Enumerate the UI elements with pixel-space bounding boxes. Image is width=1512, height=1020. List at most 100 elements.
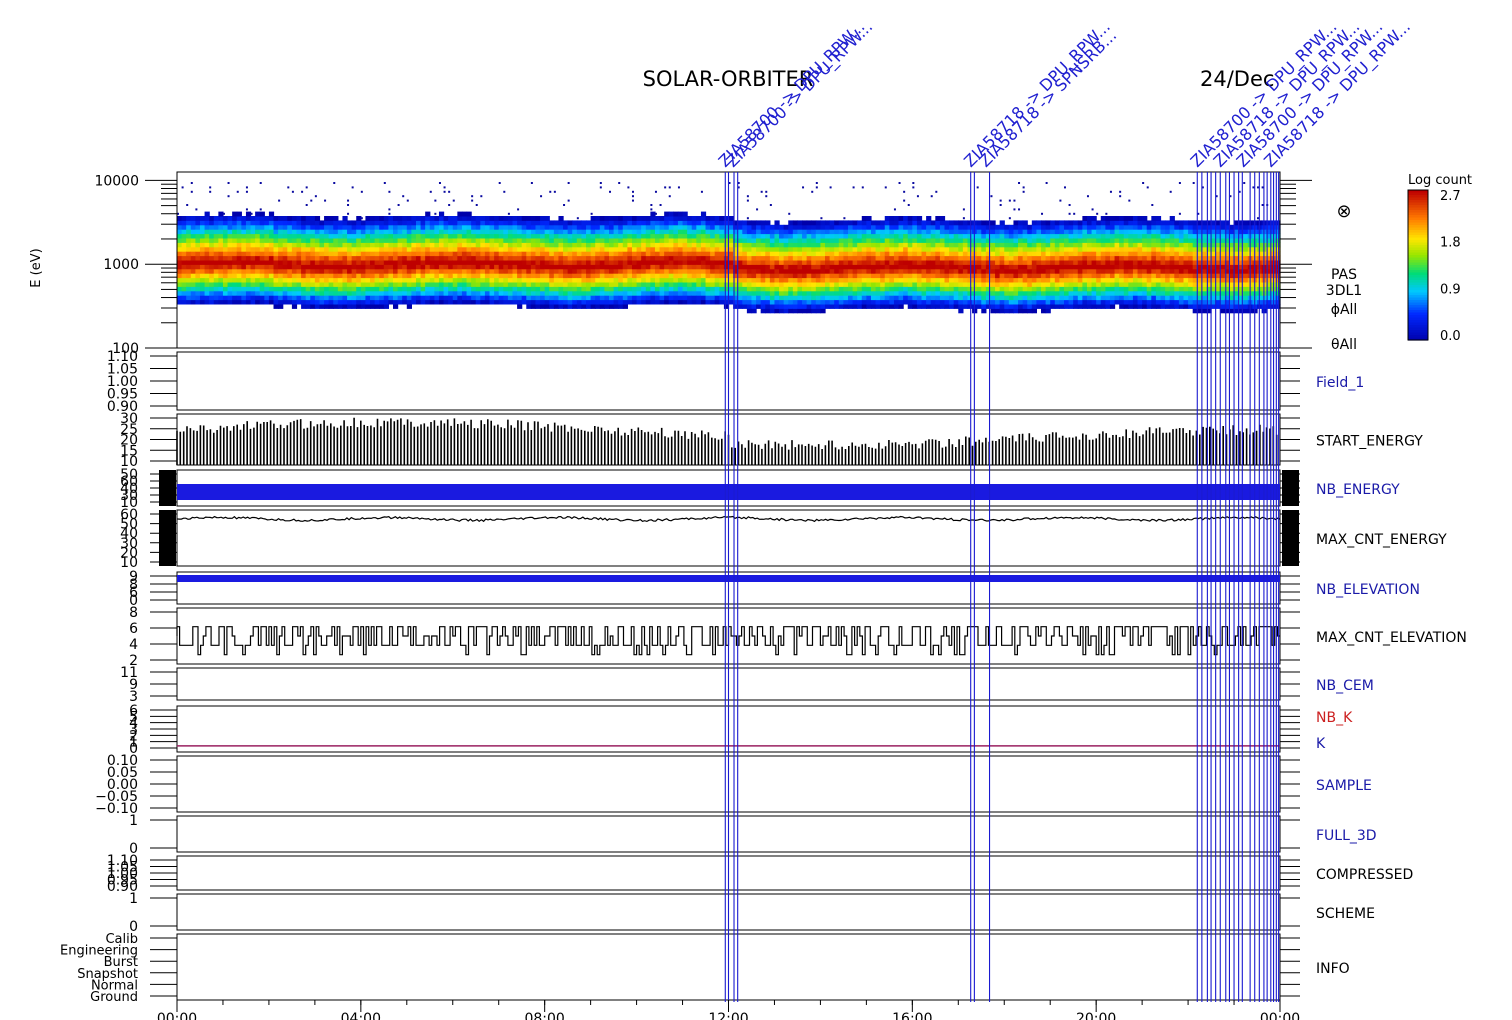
spectrogram-cell — [314, 229, 321, 235]
spectrogram-noise-dot — [305, 186, 308, 189]
spectrogram-cell — [558, 286, 564, 292]
spectrogram-cell — [1119, 304, 1125, 309]
spectrogram-cell — [866, 260, 872, 265]
spectrogram-cell — [847, 264, 854, 270]
spectrogram-cell — [218, 242, 224, 248]
spectrogram-cell — [746, 255, 753, 261]
spectrogram-noise-dot — [1178, 182, 1181, 184]
spectrogram-cell — [563, 304, 569, 309]
spectrogram-cell — [714, 299, 720, 305]
spectrogram-cell — [324, 233, 330, 239]
spectrogram-cell — [1082, 268, 1088, 274]
spectrogram-cell — [526, 290, 532, 296]
spectrogram-cell — [737, 268, 743, 274]
spectrogram-cell — [438, 238, 445, 243]
spectrogram-cell — [549, 233, 555, 239]
spectrogram-cell — [222, 290, 229, 296]
spectrogram-cell — [930, 304, 936, 309]
spectrogram-cell — [921, 282, 927, 287]
spectrogram-cell — [1045, 282, 1051, 287]
spectrogram-cell — [1022, 251, 1028, 257]
spectrogram-noise-dot — [530, 182, 533, 184]
spectrogram-cell — [668, 238, 674, 243]
spectrogram-cell — [544, 273, 550, 279]
spectrogram-cell — [967, 277, 973, 283]
spectrogram-cell — [517, 238, 523, 243]
spectrogram-cell — [1183, 290, 1189, 296]
spectrogram-cell — [705, 242, 711, 248]
spectrogram-cell — [1165, 268, 1171, 274]
spectrogram-cell — [374, 268, 380, 274]
spectrogram-cell — [1086, 273, 1093, 279]
spectrogram-cell — [411, 286, 417, 292]
spectrogram-cell — [815, 295, 822, 301]
spectrogram-cell — [319, 233, 325, 239]
spectrogram-cell — [370, 246, 376, 252]
spectrogram-cell — [259, 229, 265, 235]
spectrogram-cell — [535, 290, 541, 296]
spectrogram-cell — [498, 255, 504, 261]
spectrogram-cell — [273, 268, 279, 274]
spectrogram-cell — [870, 255, 877, 261]
spectrogram-cell — [668, 251, 674, 257]
spectrogram-cell — [907, 304, 913, 309]
spectrogram-cell — [227, 282, 233, 287]
spectrogram-cell — [1119, 273, 1125, 279]
spectrogram-cell — [760, 246, 766, 252]
spectrogram-cell — [884, 220, 890, 226]
spectrogram-cell — [1054, 255, 1060, 261]
spectrogram-cell — [802, 299, 808, 305]
spectrogram-cell — [181, 282, 187, 287]
spectrogram-cell — [746, 260, 753, 265]
spectrogram-cell — [521, 260, 527, 265]
spectrogram-cell — [930, 290, 936, 296]
spectrogram-cell — [1146, 268, 1152, 274]
spectrogram-cell — [553, 299, 560, 305]
spectrogram-noise-dot — [677, 186, 680, 189]
spectrogram-cell — [1068, 255, 1074, 261]
spectrogram-cell — [916, 220, 923, 226]
spectrogram-cell — [535, 286, 541, 292]
spectrogram-cell — [668, 273, 674, 279]
spectrogram-cell — [218, 295, 224, 301]
spectrogram-cell — [645, 233, 651, 239]
spectrogram-cell — [374, 246, 380, 252]
spectrogram-cell — [452, 290, 458, 296]
spectrogram-cell — [457, 260, 463, 265]
spectrogram-cell — [347, 290, 353, 296]
spectrogram-cell — [613, 277, 619, 283]
spectrogram-cell — [898, 299, 904, 305]
spectrogram-cell — [1142, 216, 1148, 221]
spectrogram-cell — [939, 220, 946, 226]
spectrogram-cell — [471, 238, 477, 243]
spectrogram-cell — [907, 229, 913, 235]
spectrogram-cell — [540, 277, 546, 283]
spectrogram-cell — [576, 299, 583, 305]
spectrogram-cell — [861, 216, 867, 221]
spectrogram-cell — [687, 242, 693, 248]
spectrogram-cell — [746, 229, 753, 235]
spectrogram-cell — [1160, 220, 1166, 226]
spectrogram-cell — [434, 260, 440, 265]
spectrogram-cell — [319, 277, 325, 283]
spectrogram-cell — [1068, 242, 1074, 248]
spectrogram-cell — [797, 233, 803, 239]
spectrogram-noise-dot — [618, 182, 621, 184]
spectrogram-cell — [365, 290, 371, 296]
spectrogram-cell — [599, 264, 606, 270]
spectrogram-cell — [498, 224, 504, 230]
spectrogram-cell — [402, 277, 408, 283]
spectrogram-cell — [710, 224, 716, 230]
spectrogram-cell — [1036, 246, 1042, 252]
spectrogram-cell — [429, 224, 435, 230]
spectrogram-cell — [705, 255, 711, 261]
spectrogram-cell — [507, 220, 514, 226]
spectrogram-cell — [1174, 304, 1180, 309]
spectrogram-cell — [861, 290, 867, 296]
spectrogram-cell — [438, 295, 445, 301]
spectrogram-cell — [342, 255, 348, 261]
spectrogram-cell — [613, 216, 619, 221]
spectrogram-cell — [213, 286, 219, 292]
spectrogram-cell — [590, 216, 596, 221]
spectrogram-cell — [737, 251, 743, 257]
